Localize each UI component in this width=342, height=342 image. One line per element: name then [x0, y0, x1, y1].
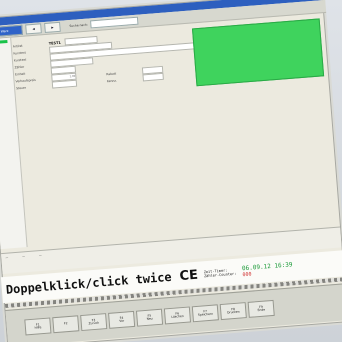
function-key-label: Vor	[119, 318, 125, 324]
grid-cell: —	[21, 254, 26, 259]
function-key-f4[interactable]: F4 Vor	[108, 310, 136, 329]
nav-selected-indicator	[0, 39, 8, 45]
function-key-f6[interactable]: F6 Löschen	[163, 306, 192, 325]
function-key-label: Hilfe	[34, 325, 42, 330]
search-input[interactable]	[90, 16, 139, 29]
function-key-label: Drucken	[226, 309, 240, 315]
function-key-f1[interactable]: F1 Hilfe	[24, 317, 52, 336]
function-key-label: Löschen	[171, 313, 184, 319]
function-key-f5[interactable]: F5 Neu	[135, 308, 164, 327]
application-window: Ware ◀ ▶ Suche nach: ▪▪▪ ▪▪ ArtikelTEST1…	[0, 0, 342, 342]
timer-labels: Zeit-Timer: Zähler-Counter:	[204, 268, 237, 279]
function-key-label: Neu	[146, 316, 153, 321]
function-key-f2[interactable]: F2	[52, 315, 80, 334]
info-highlight-panel	[191, 18, 325, 87]
steuer-field[interactable]	[51, 79, 78, 89]
nav-item[interactable]: ▪▪	[0, 53, 10, 59]
ce-mark: CE	[178, 267, 199, 284]
function-key-label: Zurück	[88, 320, 100, 326]
ware-tab-button[interactable]: Ware	[0, 24, 23, 38]
function-key-f3[interactable]: F3 Zurück	[80, 313, 108, 332]
forward-button[interactable]: ▶	[44, 21, 61, 34]
photo-background: Ware ◀ ▶ Suche nach: ▪▪▪ ▪▪ ArtikelTEST1…	[0, 0, 342, 342]
search-label: Suche nach:	[69, 22, 88, 29]
function-key-label: Ende	[257, 307, 266, 313]
function-key-f9[interactable]: F9 Ende	[247, 299, 275, 318]
back-button[interactable]: ◀	[25, 23, 42, 35]
grid-cell: —	[5, 255, 9, 260]
kennz-label: Kennz.	[106, 78, 117, 83]
steuer-label: Steuer	[15, 85, 27, 90]
timer-values: 06.09.12 16:39 000	[242, 261, 293, 278]
artikel-value: TEST1	[48, 40, 61, 46]
grid-cell: —	[38, 252, 42, 258]
function-key-f8[interactable]: F8 Drucken	[219, 302, 247, 321]
nav-item[interactable]: ▪▪▪	[0, 46, 9, 52]
kennz-field[interactable]	[142, 72, 164, 82]
function-key-label: Speichern	[197, 311, 214, 317]
function-key-code: F2	[63, 321, 68, 326]
function-key-f7[interactable]: F7 Speichern	[191, 304, 219, 323]
